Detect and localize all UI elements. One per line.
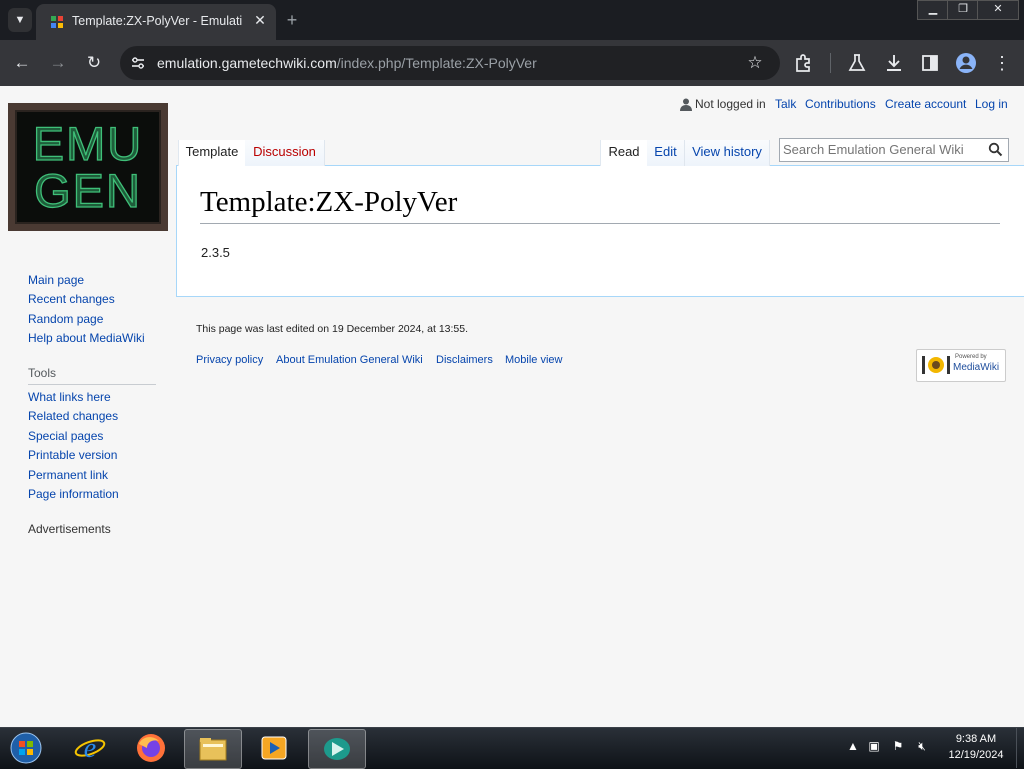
nav-help[interactable]: Help about MediaWiki xyxy=(28,331,145,345)
toolbar-divider xyxy=(830,53,831,73)
tab-discussion[interactable]: Discussion xyxy=(245,140,325,166)
tool-permanent-link[interactable]: Permanent link xyxy=(28,468,108,482)
url-host: emulation.gametechwiki.com xyxy=(157,55,337,71)
tool-related-changes[interactable]: Related changes xyxy=(28,409,118,423)
nav-main-page[interactable]: Main page xyxy=(28,273,84,287)
not-logged-in-label: Not logged in xyxy=(695,97,766,111)
mediawiki-label: MediaWiki xyxy=(953,362,1000,373)
start-button[interactable] xyxy=(0,729,52,767)
mediawiki-sunflower-icon xyxy=(922,356,950,374)
page-title: Template:ZX-PolyVer xyxy=(200,186,1000,224)
footer-about[interactable]: About Emulation General Wiki xyxy=(276,354,423,366)
last-edited-info: This page was last edited on 19 December… xyxy=(196,323,469,335)
address-bar[interactable]: emulation.gametechwiki.com/index.php/Tem… xyxy=(120,46,780,80)
volume-muted-icon[interactable]: 🔇︎ xyxy=(914,738,930,754)
browser-tab-active[interactable]: Template:ZX-PolyVer - Emulati ✕ xyxy=(36,4,276,40)
create-account-link[interactable]: Create account xyxy=(885,97,966,111)
page-content: 2.3.5 xyxy=(201,245,230,260)
footer-privacy-policy[interactable]: Privacy policy xyxy=(196,354,263,366)
favicon-icon xyxy=(51,16,63,28)
star-icon[interactable]: ☆ xyxy=(744,52,766,74)
tab-title: Template:ZX-PolyVer - Emulati xyxy=(72,14,243,28)
svg-text:EMU: EMU xyxy=(33,117,143,170)
media-player-icon xyxy=(261,736,287,760)
tab-read[interactable]: Read xyxy=(600,140,648,166)
search-icon[interactable] xyxy=(988,142,1003,157)
logo-image: EMU GEN xyxy=(8,103,168,231)
file-explorer-icon xyxy=(199,738,227,761)
contributions-link[interactable]: Contributions xyxy=(805,97,876,111)
back-arrow-icon[interactable]: ← xyxy=(9,50,35,76)
maximize-button[interactable]: ❐ xyxy=(947,0,979,20)
firefox-icon xyxy=(137,734,165,762)
close-window-button[interactable]: ✕ xyxy=(977,0,1019,20)
taskbar-file-explorer[interactable] xyxy=(184,729,242,769)
action-center-flag-icon[interactable]: ⚑ xyxy=(890,738,906,754)
footer-mobile-view[interactable]: Mobile view xyxy=(505,354,562,366)
start-orb-icon xyxy=(10,732,42,764)
tool-printable-version[interactable]: Printable version xyxy=(28,448,117,462)
url-path: /index.php/Template:ZX-PolyVer xyxy=(336,55,537,71)
svg-text:GEN: GEN xyxy=(34,164,142,217)
forward-arrow-icon[interactable]: → xyxy=(45,50,71,76)
show-hidden-icons-chevron[interactable]: ▲ xyxy=(845,738,861,754)
browser-app-icon xyxy=(324,738,350,760)
search-input[interactable] xyxy=(783,141,983,157)
new-tab-button[interactable]: + xyxy=(280,10,304,30)
taskbar-internet-explorer[interactable]: e xyxy=(62,729,118,767)
content-area xyxy=(176,165,1024,297)
network-icon[interactable]: ▣ xyxy=(866,738,882,754)
footer-disclaimers[interactable]: Disclaimers xyxy=(436,354,493,366)
internet-explorer-icon: e xyxy=(74,733,106,764)
puzzle-icon[interactable] xyxy=(792,51,816,75)
powered-by-mediawiki-badge[interactable]: Powered by MediaWiki xyxy=(916,349,1006,382)
site-info-icon[interactable] xyxy=(130,55,146,71)
tab-view-history[interactable]: View history xyxy=(685,140,770,166)
site-logo[interactable]: EMU GEN xyxy=(8,103,168,231)
profile-icon[interactable] xyxy=(954,51,978,75)
flask-icon[interactable] xyxy=(845,51,869,75)
taskbar-media-player[interactable] xyxy=(246,729,302,767)
svg-text:e: e xyxy=(84,733,96,764)
tab-edit[interactable]: Edit xyxy=(647,140,685,166)
url-text: emulation.gametechwiki.com/index.php/Tem… xyxy=(157,55,537,71)
powered-by-label: Powered by xyxy=(955,354,987,360)
system-clock[interactable]: 9:38 AM 12/19/2024 xyxy=(936,731,1016,763)
tool-page-information[interactable]: Page information xyxy=(28,487,119,501)
reload-icon[interactable]: ↻ xyxy=(81,50,107,76)
tools-divider xyxy=(28,384,156,385)
side-panel-icon[interactable] xyxy=(918,51,942,75)
search-box[interactable] xyxy=(779,138,1009,162)
talk-link[interactable]: Talk xyxy=(775,97,796,111)
show-desktop-button[interactable] xyxy=(1016,728,1024,768)
clock-time: 9:38 AM xyxy=(955,733,997,745)
tool-what-links-here[interactable]: What links here xyxy=(28,390,111,404)
clock-date: 12/19/2024 xyxy=(948,749,1004,761)
kebab-menu-icon[interactable]: ⋮ xyxy=(992,51,1012,75)
download-icon[interactable] xyxy=(882,51,906,75)
tool-special-pages[interactable]: Special pages xyxy=(28,429,103,443)
taskbar-browser-app[interactable] xyxy=(308,729,366,769)
minimize-button[interactable]: ▁ xyxy=(917,0,949,20)
taskbar-firefox[interactable] xyxy=(123,729,179,767)
tab-template[interactable]: Template xyxy=(178,140,246,166)
tools-heading: Tools xyxy=(28,366,57,380)
user-icon xyxy=(680,98,692,111)
log-in-link[interactable]: Log in xyxy=(975,97,1008,111)
nav-recent-changes[interactable]: Recent changes xyxy=(28,292,115,306)
tab-close-icon[interactable]: ✕ xyxy=(250,10,270,30)
tab-list-button[interactable]: ▼ xyxy=(8,8,32,32)
advertisements-label: Advertisements xyxy=(28,522,111,536)
nav-random-page[interactable]: Random page xyxy=(28,312,103,326)
